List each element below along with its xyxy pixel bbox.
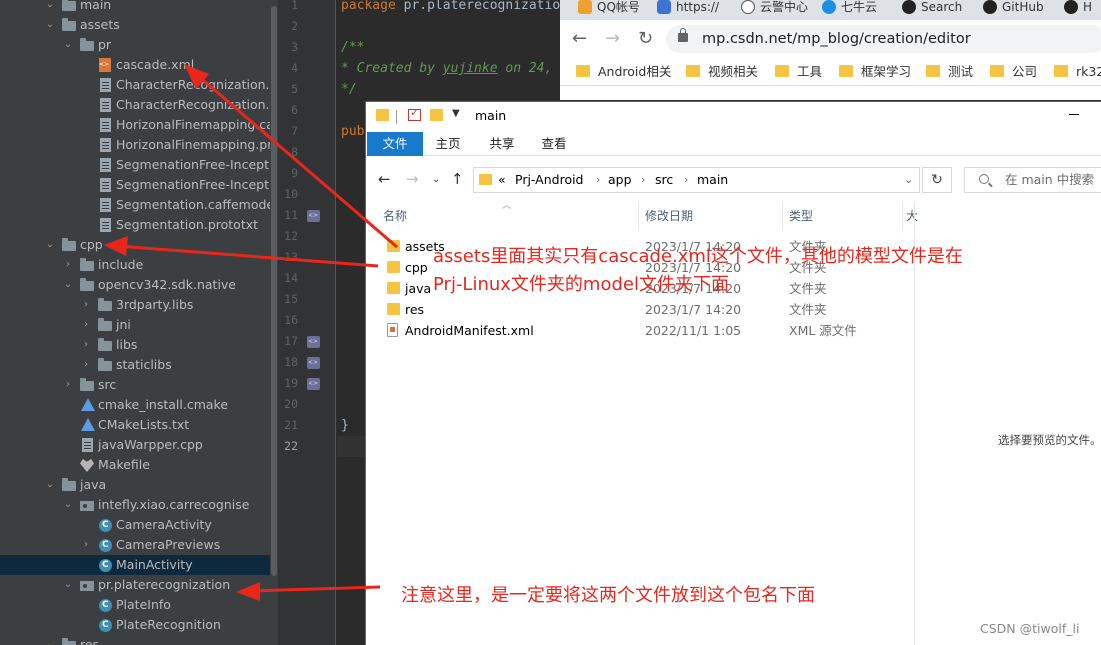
annotation-note-line1: assets里面其实只有cascade.xml这个文件，其他的模型文件是在 [433, 246, 963, 267]
annotation-note-package: 注意这里，是一定要将这两个文件放到这个包名下面 [401, 585, 815, 606]
annotation-arrows [104, 64, 398, 601]
arrow-to-cascade-xml [195, 72, 398, 249]
arrow-to-package [249, 585, 381, 593]
annotation-note-line2: Prj-Linux文件夹的model文件夹下面 [433, 274, 729, 295]
arrow-to-cpp-folder [117, 244, 379, 268]
